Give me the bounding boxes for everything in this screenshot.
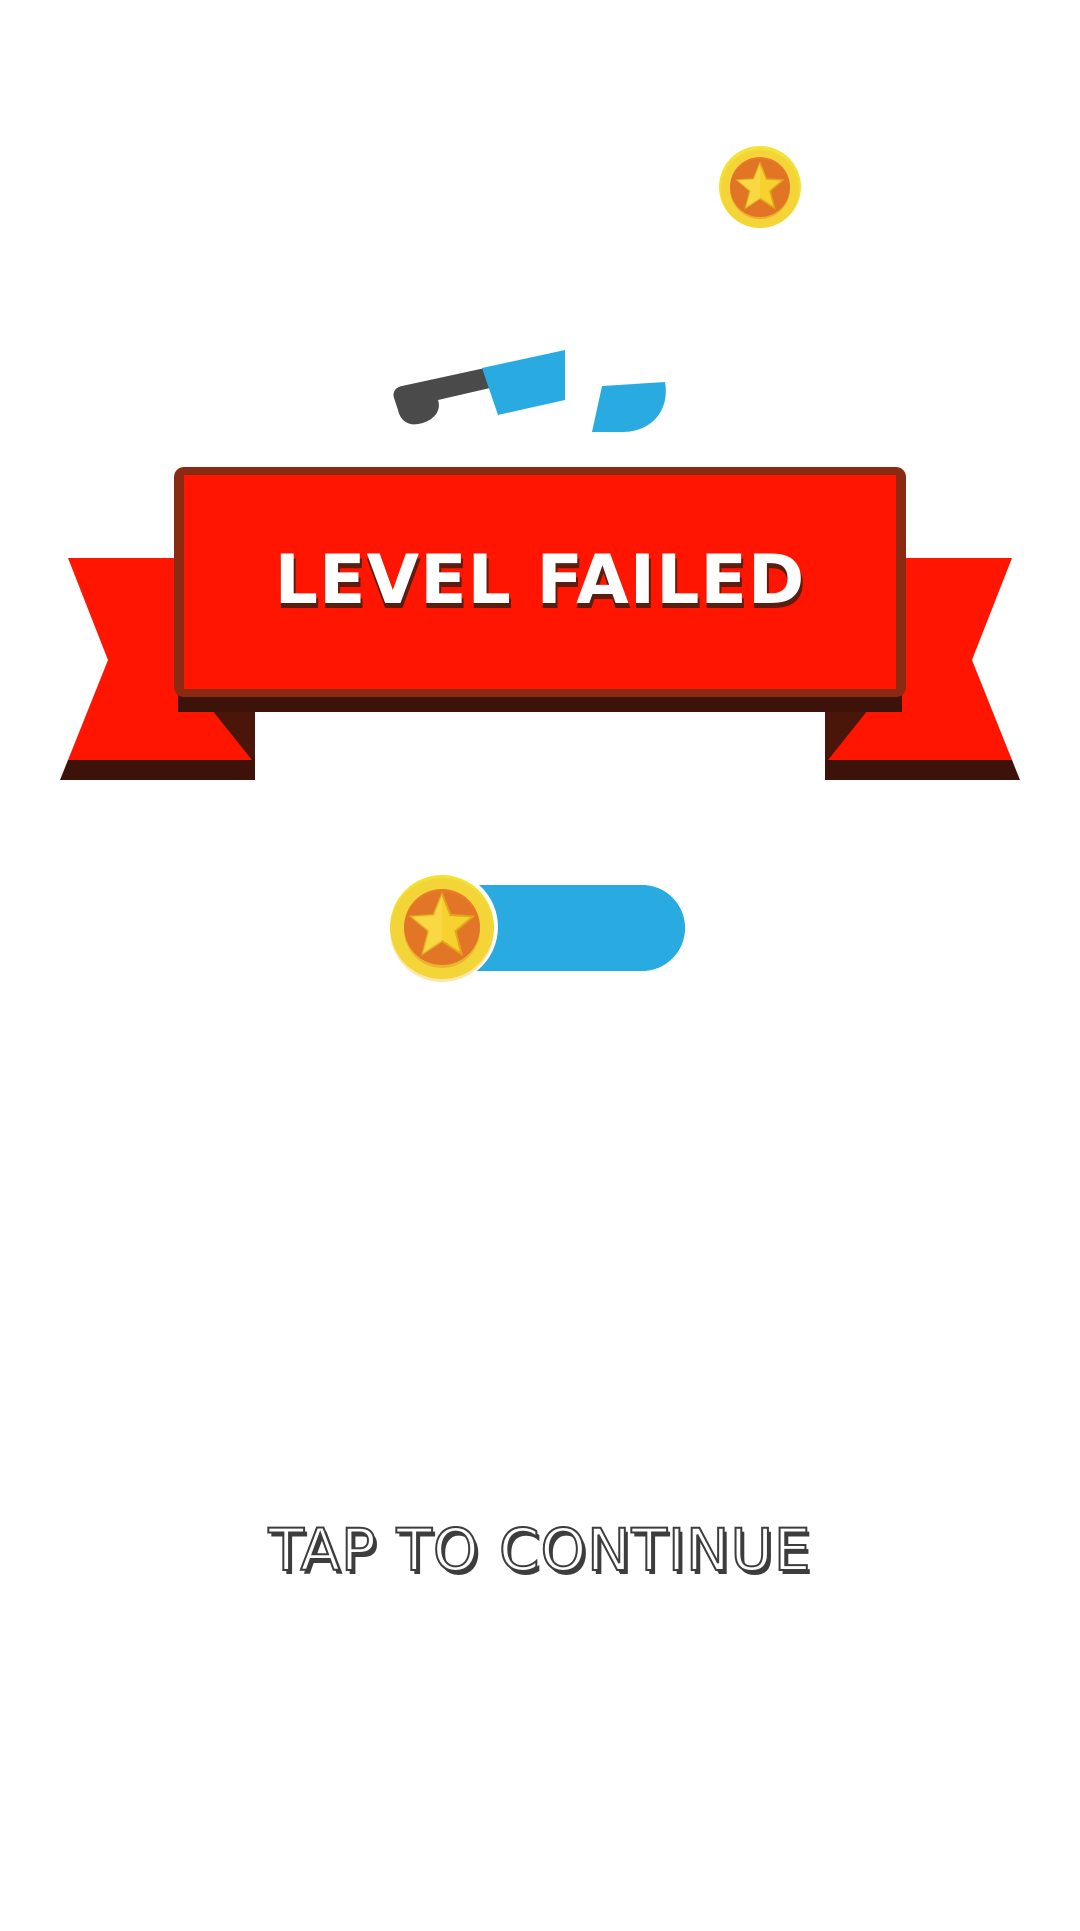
level-failed-ribbon <box>60 455 1020 785</box>
coin-progress-bar <box>385 870 685 985</box>
level-failed-screen[interactable]: LEVEL FAILED TAP TO CONTINUE <box>0 0 1080 1931</box>
continue-label: TAP TO CONTINUE <box>267 1515 812 1585</box>
progress-fill <box>470 885 685 971</box>
tap-to-continue-button[interactable]: TAP TO CONTINUE <box>0 1505 1080 1595</box>
coin-star-icon <box>718 145 802 229</box>
coin-star-icon <box>385 870 499 984</box>
progress-track <box>470 885 685 971</box>
broken-knife-icon <box>380 340 680 450</box>
